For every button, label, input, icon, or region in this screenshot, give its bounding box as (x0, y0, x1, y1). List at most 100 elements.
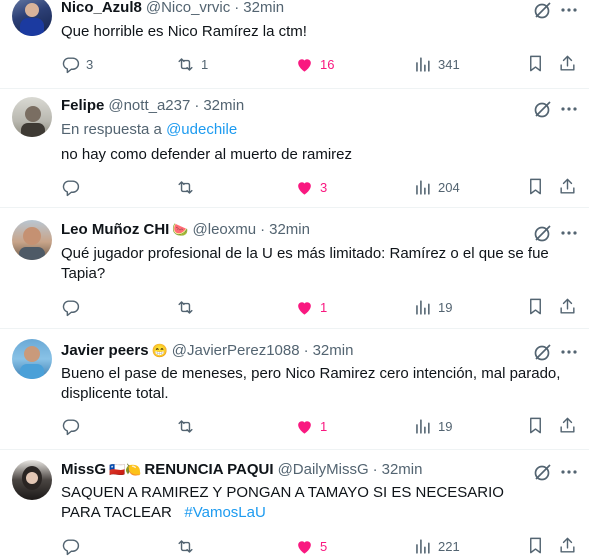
display-name[interactable]: Leo Muñoz CHI (61, 221, 169, 238)
views-icon (416, 418, 430, 434)
avatar[interactable] (12, 0, 52, 36)
tweet-text: Qué jugador profesional de la U es más l… (61, 245, 549, 282)
timestamp[interactable]: 32min (203, 97, 244, 114)
timestamp[interactable]: 32min (313, 342, 354, 359)
share-icon[interactable] (558, 536, 577, 555)
tweet[interactable]: MissG 🇨🇱🍋 RENUNCIA PAQUI @DailyMissG · 3… (0, 450, 589, 555)
retweet-icon (178, 180, 193, 194)
tweet-header: Javier peers 😁 @JavierPerez1088 · 32min (61, 342, 353, 359)
tweet[interactable]: Nico_Azul8 @Nico_vrvic · 32min Que horri… (0, 0, 589, 90)
action-bar: 3 204 (61, 177, 581, 197)
bookmark-icon[interactable] (526, 297, 545, 316)
avatar[interactable] (12, 460, 52, 500)
like-count: 5 (320, 538, 328, 554)
like-button[interactable]: 16 (295, 54, 334, 74)
more-icon[interactable] (559, 223, 579, 243)
grok-icon[interactable] (533, 223, 553, 243)
views-button[interactable]: 204 (413, 177, 460, 197)
user-handle[interactable]: @Nico_vrvic (146, 0, 230, 16)
display-name[interactable]: Nico_Azul8 (61, 0, 142, 16)
heart-icon (298, 301, 311, 315)
share-icon[interactable] (558, 177, 577, 196)
retweet-count: 1 (201, 56, 209, 72)
tweet[interactable]: Felipe @nott_a237 · 32min En respuesta a… (0, 89, 589, 207)
display-name[interactable]: Felipe (61, 97, 104, 114)
reply-button[interactable] (61, 177, 86, 197)
reply-button[interactable] (61, 536, 86, 556)
share-icon[interactable] (558, 54, 577, 73)
tweet[interactable]: Leo Muñoz CHI 🍉 @leoxmu · 32min Qué juga… (0, 208, 589, 328)
like-button[interactable]: 1 (295, 416, 327, 436)
action-bar: 3 1 16 341 (61, 54, 581, 74)
reply-prefix: En respuesta a (61, 121, 162, 138)
retweet-button[interactable] (176, 416, 201, 436)
display-name[interactable]: MissG (61, 461, 106, 478)
reply-button[interactable] (61, 297, 86, 317)
tweet-text-main: SAQUEN A RAMIREZ Y PONGAN A TAMAYO SI ES… (61, 484, 504, 521)
avatar[interactable] (12, 97, 52, 137)
display-name-suffix[interactable]: RENUNCIA PAQUI (144, 461, 273, 478)
avatar[interactable] (12, 220, 52, 260)
reply-icon (62, 418, 80, 435)
views-button[interactable]: 341 (413, 54, 460, 74)
reply-count: 3 (86, 56, 94, 72)
bookmark-icon[interactable] (526, 416, 545, 435)
reply-icon (62, 299, 80, 316)
reply-to-link[interactable]: @udechile (166, 121, 237, 138)
retweet-icon (178, 419, 193, 433)
action-bar: 1 19 (61, 416, 581, 436)
grok-icon[interactable] (533, 0, 553, 20)
timestamp[interactable]: 32min (243, 0, 284, 16)
separator-dot: · (234, 0, 240, 16)
timestamp[interactable]: 32min (382, 461, 423, 478)
user-handle[interactable]: @DailyMissG (278, 461, 369, 478)
more-icon[interactable] (559, 99, 579, 119)
views-icon (416, 56, 430, 72)
share-icon[interactable] (558, 416, 577, 435)
heart-icon (298, 540, 311, 554)
name-emoji: 🇨🇱🍋 (109, 461, 142, 477)
more-icon[interactable] (559, 462, 579, 482)
user-handle[interactable]: @JavierPerez1088 (172, 342, 300, 359)
share-icon[interactable] (558, 297, 577, 316)
like-button[interactable]: 3 (295, 177, 327, 197)
more-icon[interactable] (559, 342, 579, 362)
hashtag-link[interactable]: #VamosLaU (184, 504, 265, 521)
action-bar: 1 19 (61, 297, 581, 317)
bookmark-icon[interactable] (526, 177, 545, 196)
tweet-text: Que horrible es Nico Ramírez la ctm! (61, 23, 307, 40)
bookmark-icon[interactable] (526, 54, 545, 73)
more-icon[interactable] (559, 0, 579, 20)
retweet-button[interactable]: 1 (176, 54, 208, 74)
action-bar: 5 221 (61, 536, 581, 556)
heart-icon (298, 181, 311, 195)
views-icon (416, 299, 430, 315)
user-handle[interactable]: @leoxmu (193, 221, 257, 238)
reply-button[interactable] (61, 416, 86, 436)
user-handle[interactable]: @nott_a237 (108, 97, 190, 114)
grok-icon[interactable] (533, 462, 553, 482)
retweet-icon (178, 539, 193, 553)
retweet-button[interactable] (176, 297, 201, 317)
reply-button[interactable]: 3 (61, 54, 93, 74)
views-button[interactable]: 19 (413, 416, 452, 436)
grok-icon[interactable] (533, 342, 553, 362)
views-button[interactable]: 221 (413, 536, 460, 556)
avatar[interactable] (12, 339, 52, 379)
retweet-button[interactable] (176, 177, 201, 197)
grok-icon[interactable] (533, 99, 553, 119)
views-icon (416, 179, 430, 195)
retweet-button[interactable] (176, 536, 201, 556)
display-name[interactable]: Javier peers (61, 342, 149, 359)
like-button[interactable]: 1 (295, 297, 327, 317)
like-button[interactable]: 5 (295, 536, 327, 556)
tweet-text: Bueno el pase de meneses, pero Nico Rami… (61, 365, 561, 402)
views-button[interactable]: 19 (413, 297, 452, 317)
separator-dot: · (303, 342, 309, 359)
tweet-text: no hay como defender al muerto de ramire… (61, 146, 352, 163)
tweet[interactable]: Javier peers 😁 @JavierPerez1088 · 32min … (0, 329, 589, 449)
timestamp[interactable]: 32min (269, 221, 310, 238)
tweet-header: Nico_Azul8 @Nico_vrvic · 32min (61, 0, 284, 16)
bookmark-icon[interactable] (526, 536, 545, 555)
heart-icon (298, 420, 311, 434)
